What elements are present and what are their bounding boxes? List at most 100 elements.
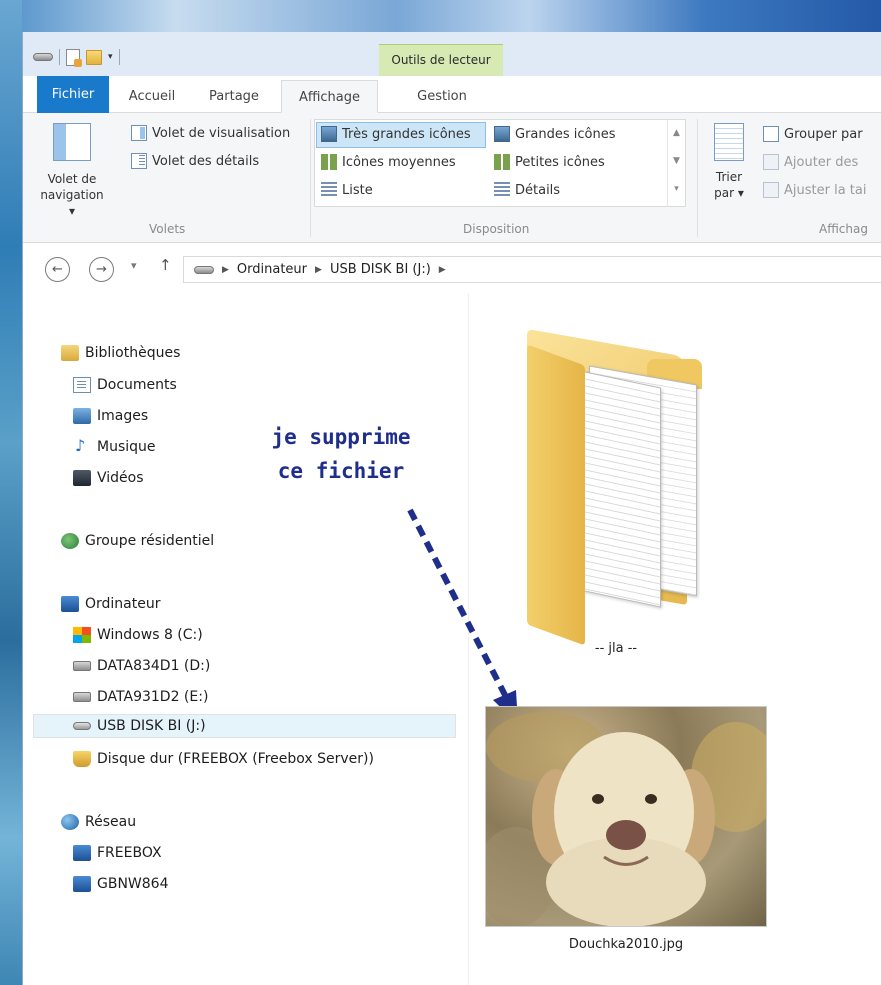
dog-photo <box>486 712 766 926</box>
music-icon <box>73 436 91 455</box>
add-columns-icon <box>763 154 779 170</box>
medium-icons-icon <box>321 154 337 170</box>
quick-access-toolbar: ▾ <box>33 46 120 68</box>
tab-home[interactable]: Accueil <box>119 80 185 113</box>
annotation-line-1: je supprime <box>271 425 411 449</box>
ribbon-separator <box>697 119 698 237</box>
usb-drive-icon <box>73 722 91 730</box>
navigation-pane-label-2: navigation ▾ <box>40 188 104 218</box>
group-by-button[interactable]: Grouper par <box>763 126 863 142</box>
nav-item-drive-d[interactable]: DATA834D1 (D:) <box>73 654 210 678</box>
breadcrumb-chevron-icon[interactable]: ▶ <box>439 265 446 275</box>
sort-by-label: Trier <box>715 170 743 184</box>
group-by-icon <box>763 126 779 142</box>
nav-item-label: Vidéos <box>97 470 144 486</box>
file-name[interactable]: Douchka2010.jpg <box>485 937 767 952</box>
fit-columns-button[interactable]: Ajuster la tai <box>763 182 866 198</box>
tab-file[interactable]: Fichier <box>37 76 109 113</box>
nav-item-music[interactable]: Musique <box>73 435 156 459</box>
network-disk-icon <box>73 751 91 767</box>
nav-item-freebox-disk[interactable]: Disque dur (FREEBOX (Freebox Server)) <box>73 747 374 771</box>
sort-by-icon <box>714 123 744 161</box>
nav-item-libraries[interactable]: Bibliothèques <box>61 341 180 365</box>
details-pane-button[interactable]: Volet des détails <box>131 153 259 169</box>
contextual-tab-label: Outils de lecteur <box>391 53 491 67</box>
folder-name[interactable]: -- jla -- <box>527 641 705 656</box>
nav-item-documents[interactable]: Documents <box>73 373 177 397</box>
navigation-pane-label: Volet de <box>47 172 97 186</box>
up-button[interactable]: ↑ <box>159 256 172 274</box>
list-option[interactable]: Liste <box>321 182 373 198</box>
small-icons-label: Petites icônes <box>515 154 605 170</box>
nav-item-videos[interactable]: Vidéos <box>73 466 144 490</box>
extra-large-icons-option[interactable]: Très grandes icônes <box>321 126 471 142</box>
nav-item-label: Réseau <box>85 814 137 830</box>
nav-item-gbnw864[interactable]: GBNW864 <box>73 872 169 896</box>
customize-toolbar-icon[interactable]: ▾ <box>108 52 113 62</box>
nav-item-images[interactable]: Images <box>73 404 148 428</box>
nav-item-homegroup[interactable]: Groupe résidentiel <box>61 529 214 553</box>
layout-gallery-scroller[interactable]: ▲ ▼ ▾ <box>667 120 685 206</box>
nav-item-label: DATA931D2 (E:) <box>97 689 209 705</box>
nav-item-network[interactable]: Réseau <box>61 810 136 834</box>
new-folder-icon[interactable] <box>86 49 102 65</box>
current-view-group-label: Affichag <box>819 222 868 236</box>
fit-columns-label: Ajuster la tai <box>784 182 867 198</box>
details-label: Détails <box>515 182 561 198</box>
breadcrumb-chevron-icon[interactable]: ▶ <box>222 265 229 275</box>
forward-button[interactable]: → <box>89 257 114 282</box>
hard-drive-icon <box>73 692 91 702</box>
gallery-down-icon[interactable]: ▼ <box>668 148 685 176</box>
folder-front <box>527 344 585 646</box>
breadcrumb-chevron-icon[interactable]: ▶ <box>315 265 322 275</box>
contextual-tab-header: Outils de lecteur <box>379 44 503 76</box>
nav-item-drive-c[interactable]: Windows 8 (C:) <box>73 623 203 647</box>
tab-view[interactable]: Affichage <box>281 80 378 113</box>
extra-large-icons-icon <box>321 126 337 142</box>
breadcrumb-computer[interactable]: Ordinateur <box>237 262 307 277</box>
videos-icon <box>73 470 91 486</box>
annotation-text: je supprime ce fichier <box>246 420 436 488</box>
ribbon-tabs: Fichier Accueil Partage Affichage Gestio… <box>23 76 881 113</box>
medium-icons-label: Icônes moyennes <box>342 154 456 170</box>
nav-item-label: Ordinateur <box>85 596 161 612</box>
computer-icon <box>61 596 79 612</box>
nav-item-label: FREEBOX <box>97 845 162 861</box>
medium-icons-option[interactable]: Icônes moyennes <box>321 154 456 170</box>
nav-item-usb-disk[interactable]: USB DISK BI (J:) <box>33 714 456 738</box>
preview-pane-icon <box>131 125 147 141</box>
tab-share[interactable]: Partage <box>195 80 273 113</box>
recent-locations-icon[interactable]: ▾ <box>131 259 137 272</box>
address-bar: ← → ▾ ↑ ▶ Ordinateur ▶ USB DISK BI (J:) … <box>23 243 881 293</box>
back-button[interactable]: ← <box>45 257 70 282</box>
computer-icon <box>73 876 91 892</box>
libraries-icon <box>61 345 79 361</box>
folder-item[interactable] <box>527 328 705 646</box>
gallery-expand-icon[interactable]: ▾ <box>668 176 685 204</box>
breadcrumb-usb-disk[interactable]: USB DISK BI (J:) <box>330 262 431 277</box>
properties-icon[interactable] <box>66 48 82 67</box>
details-option[interactable]: Détails <box>494 182 560 198</box>
computer-icon <box>73 845 91 861</box>
group-by-label: Grouper par <box>784 126 863 142</box>
fit-columns-icon <box>763 182 779 198</box>
annotation-line-2: ce fichier <box>277 459 405 483</box>
gallery-up-icon[interactable]: ▲ <box>668 120 685 148</box>
list-label: Liste <box>342 182 373 198</box>
image-thumbnail[interactable] <box>485 706 767 927</box>
nav-item-computer[interactable]: Ordinateur <box>61 592 161 616</box>
address-field[interactable]: ▶ Ordinateur ▶ USB DISK BI (J:) ▶ <box>183 256 881 283</box>
navigation-pane: Bibliothèques Documents Images Musique V… <box>23 293 469 985</box>
add-columns-label: Ajouter des <box>784 154 859 170</box>
toolbar-separator <box>59 49 60 65</box>
add-columns-button[interactable]: Ajouter des <box>763 154 858 170</box>
tab-manage[interactable]: Gestion <box>387 80 497 113</box>
navigation-pane-button[interactable]: Volet de navigation ▾ <box>37 123 107 219</box>
nav-item-label: Bibliothèques <box>85 345 181 361</box>
sort-by-button[interactable]: Trier par ▾ <box>707 123 751 201</box>
preview-pane-button[interactable]: Volet de visualisation <box>131 125 290 141</box>
small-icons-option[interactable]: Petites icônes <box>494 154 605 170</box>
nav-item-drive-e[interactable]: DATA931D2 (E:) <box>73 685 208 709</box>
nav-item-freebox[interactable]: FREEBOX <box>73 841 162 865</box>
large-icons-option[interactable]: Grandes icônes <box>494 126 616 142</box>
